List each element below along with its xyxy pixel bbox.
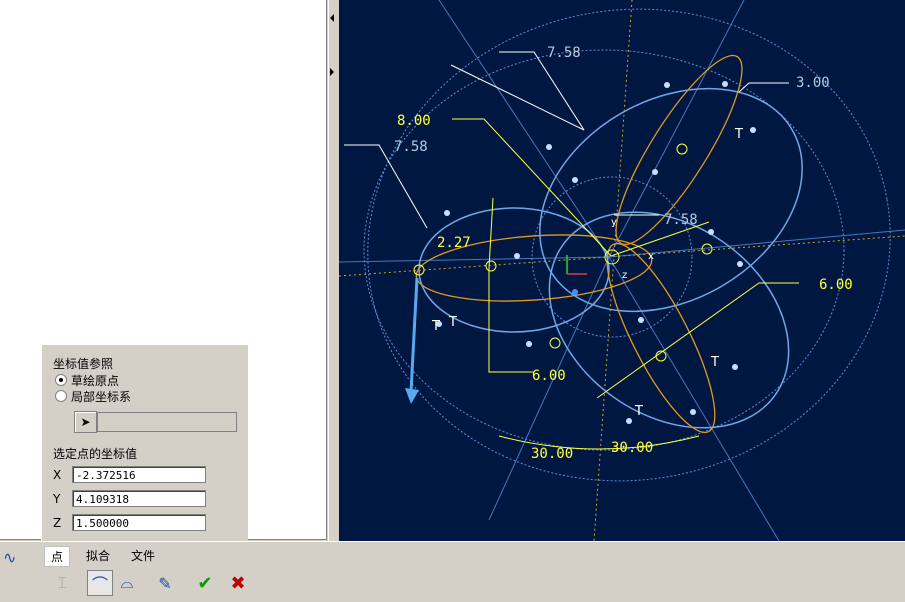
selected-coords-title: 选定点的坐标值	[53, 447, 138, 461]
dimension-label[interactable]: 6.00	[819, 277, 853, 293]
tangent-constraint-mark[interactable]: T	[448, 315, 457, 330]
curve-feature-icon: ∿	[3, 548, 17, 567]
local-csys-label[interactable]: 局部坐标系	[71, 388, 131, 405]
tangent-constraint-mark[interactable]: T	[710, 355, 719, 370]
z-axis-label: z	[622, 270, 627, 281]
tab-points[interactable]: 点	[44, 546, 71, 567]
z-coordinate-field[interactable]: 1.500000	[72, 514, 206, 531]
x-axis-label: x	[648, 251, 654, 262]
local-csys-radio[interactable]	[55, 390, 67, 402]
planar-curve-icon[interactable]: ⌓	[114, 570, 140, 596]
y-coordinate-field[interactable]: 4.109318	[72, 490, 206, 507]
cancel-cross-icon[interactable]: ✖	[225, 570, 251, 596]
y-axis-label: y	[611, 217, 617, 228]
y-label: Y	[53, 492, 61, 506]
dimension-label[interactable]: 30.00	[611, 440, 653, 456]
collapse-left-icon[interactable]	[330, 14, 334, 22]
x-coordinate-field[interactable]: -2.372516	[72, 466, 206, 483]
csys-collector-field[interactable]	[97, 412, 237, 432]
graphics-viewport[interactable]: 7.58 3.00 8.00 7.58 7.58 2.27 6.00 6.00 …	[339, 0, 905, 541]
panel-splitter[interactable]	[328, 0, 339, 541]
cursor-arrow-icon: ➤	[80, 415, 91, 429]
dashboard-bar: ∿ 点 拟合 文件 ⌶ ⌒ ⌓ ✎ ✔ ✖	[0, 541, 905, 602]
free-curve-icon[interactable]: ⌒	[87, 570, 113, 596]
confirm-check-icon[interactable]: ✔	[192, 570, 218, 596]
dimension-label[interactable]: 7.58	[547, 45, 581, 61]
dimension-label[interactable]: 6.00	[532, 368, 566, 384]
dimension-label[interactable]: 7.58	[664, 212, 698, 228]
tangent-constraint-mark[interactable]: T	[431, 319, 440, 334]
dimension-label[interactable]: 3.00	[796, 75, 830, 91]
sketch-origin-label[interactable]: 草绘原点	[71, 372, 119, 389]
reference-title: 坐标值参照	[53, 357, 114, 371]
dimension-label[interactable]: 2.27	[437, 235, 471, 251]
tab-file[interactable]: 文件	[125, 546, 161, 565]
curve-through-points-icon[interactable]: ⌶	[49, 570, 75, 596]
x-label: X	[53, 468, 62, 482]
expand-right-icon[interactable]	[330, 68, 334, 76]
tab-fit[interactable]: 拟合	[80, 546, 116, 565]
dimension-label[interactable]: 30.00	[531, 446, 573, 462]
z-label: Z	[53, 516, 62, 530]
drape-curve-icon[interactable]: ✎	[152, 570, 178, 596]
dimension-label[interactable]: 8.00	[397, 113, 431, 129]
tangent-constraint-mark[interactable]: T	[734, 127, 743, 142]
dimension-label[interactable]: 7.58	[394, 139, 428, 155]
tangent-constraint-mark[interactable]: T	[634, 404, 643, 419]
sketch-origin-radio[interactable]	[55, 374, 67, 386]
select-csys-button[interactable]: ➤	[74, 411, 97, 433]
coordinate-panel: 坐标值参照 草绘原点 局部坐标系 ➤ 选定点的坐标值 X -2.372516 Y…	[41, 344, 248, 541]
sketch-canvas[interactable]: 7.58 3.00 8.00 7.58 7.58 2.27 6.00 6.00 …	[339, 0, 905, 541]
